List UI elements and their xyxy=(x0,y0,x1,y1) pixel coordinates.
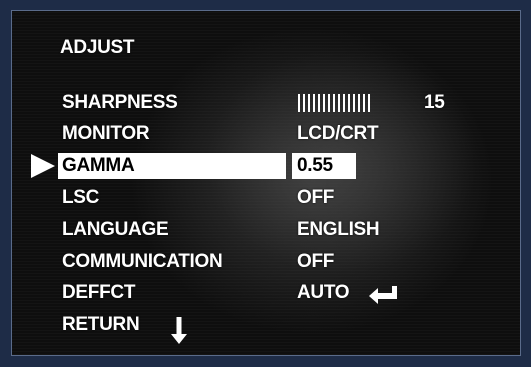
sharpness-tick xyxy=(358,94,360,112)
menu-item-gamma[interactable]: GAMMA xyxy=(62,155,135,177)
menu-item-deffct[interactable]: DEFFCT xyxy=(62,282,135,304)
sharpness-tick xyxy=(368,94,370,112)
sharpness-tick xyxy=(333,94,335,112)
deffct-value[interactable]: AUTO xyxy=(297,282,350,304)
sharpness-tick xyxy=(318,94,320,112)
sharpness-tick xyxy=(308,94,310,112)
sharpness-tick xyxy=(343,94,345,112)
monitor-value[interactable]: LCD/CRT xyxy=(297,123,379,145)
sharpness-tick xyxy=(303,94,305,112)
sharpness-tick xyxy=(353,94,355,112)
sharpness-value: 15 xyxy=(424,92,445,113)
sharpness-tick xyxy=(363,94,365,112)
sharpness-tick xyxy=(298,94,300,112)
down-arrow-icon[interactable] xyxy=(170,317,188,345)
sharpness-tick xyxy=(323,94,325,112)
sharpness-tick xyxy=(348,94,350,112)
sharpness-tick xyxy=(338,94,340,112)
gamma-value[interactable]: 0.55 xyxy=(297,155,333,177)
menu-item-monitor[interactable]: MONITOR xyxy=(62,123,150,145)
language-value[interactable]: ENGLISH xyxy=(297,219,380,241)
selection-cursor-icon xyxy=(31,154,55,178)
menu-item-return[interactable]: RETURN xyxy=(62,314,140,336)
osd-screen: ADJUST SHARPNESS 15 MONITOR LCD/CRT GAMM… xyxy=(11,10,521,356)
menu-title: ADJUST xyxy=(60,37,135,58)
menu-item-sharpness[interactable]: SHARPNESS xyxy=(62,92,178,114)
communication-value[interactable]: OFF xyxy=(297,251,334,273)
lsc-value[interactable]: OFF xyxy=(297,187,334,209)
sharpness-tick xyxy=(313,94,315,112)
menu-item-language[interactable]: LANGUAGE xyxy=(62,219,169,241)
enter-icon[interactable] xyxy=(368,285,400,305)
sharpness-tick xyxy=(328,94,330,112)
menu-item-communication[interactable]: COMMUNICATION xyxy=(62,251,223,273)
sharpness-level-bar[interactable] xyxy=(298,94,370,112)
menu-item-lsc[interactable]: LSC xyxy=(62,187,99,209)
